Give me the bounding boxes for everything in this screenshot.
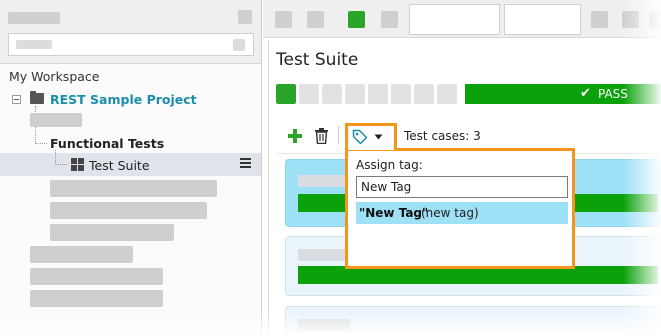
navigator-action-placeholder[interactable]: [238, 10, 252, 24]
tree-line: [55, 150, 56, 165]
toolbar-field-placeholder[interactable]: [504, 4, 581, 35]
toolbar-button-placeholder[interactable]: [622, 11, 639, 28]
tree-item-functional-tests[interactable]: Functional Tests: [50, 136, 164, 151]
test-case-card[interactable]: [285, 306, 661, 336]
assign-tag-popup: Assign tag: "New Tag" (new tag): [345, 148, 575, 269]
main-toolbar: [263, 0, 661, 38]
toolbar-divider: [338, 126, 339, 144]
run-history-item[interactable]: [368, 84, 388, 104]
tree-item-placeholder[interactable]: [50, 202, 207, 219]
run-history-item[interactable]: [345, 84, 365, 104]
tree-item-placeholder[interactable]: [30, 246, 133, 263]
menu-icon[interactable]: [240, 158, 251, 169]
assign-tag-label: Assign tag:: [356, 158, 423, 172]
tree-line: [55, 164, 67, 165]
toolbar-button-placeholder[interactable]: [381, 11, 398, 28]
check-icon: ✔: [580, 86, 591, 101]
tree-item-placeholder[interactable]: [30, 290, 163, 307]
toolbar-button-placeholder[interactable]: [307, 11, 324, 28]
run-button[interactable]: [348, 11, 365, 28]
tag-suggestion-note: (new tag): [421, 206, 479, 220]
trash-icon[interactable]: [315, 128, 328, 144]
run-history-item[interactable]: [299, 84, 319, 104]
run-history-item[interactable]: [414, 84, 434, 104]
navigator-search-field[interactable]: [8, 33, 254, 56]
tree-item-project[interactable]: REST Sample Project: [50, 92, 197, 107]
run-status-label: PASS: [598, 87, 628, 101]
navigator-header: [0, 0, 261, 64]
toolbar-button-placeholder[interactable]: [649, 11, 661, 28]
run-status-bar: ✔ PASS: [465, 84, 661, 104]
plus-icon[interactable]: [288, 129, 302, 143]
test-case-name-placeholder: [298, 249, 350, 261]
workspace-label: My Workspace: [9, 69, 100, 84]
tag-suggestion-item[interactable]: "New Tag" (new tag): [356, 202, 568, 224]
tree-line: [35, 143, 47, 144]
navigator-title-placeholder: [8, 12, 60, 24]
assign-tag-dropdown-button[interactable]: [345, 123, 397, 150]
toolbar-field-placeholder[interactable]: [409, 4, 500, 35]
tree-item-placeholder[interactable]: [50, 180, 217, 197]
navigator-panel: My Workspace REST Sample Project Functio…: [0, 0, 262, 336]
tag-icon: [352, 129, 368, 145]
tree-item-placeholder[interactable]: [30, 113, 82, 127]
chevron-down-icon: [374, 134, 383, 140]
page-title: Test Suite: [276, 50, 359, 70]
folder-icon: [30, 91, 44, 104]
tree-item-placeholder[interactable]: [50, 224, 174, 241]
search-clear-placeholder[interactable]: [233, 39, 245, 51]
tree-item-test-suite-label: Test Suite: [89, 158, 150, 173]
test-case-name-placeholder: [298, 175, 350, 187]
search-placeholder: [16, 40, 52, 49]
run-history-item[interactable]: [276, 84, 296, 104]
toolbar-button-placeholder[interactable]: [591, 11, 608, 28]
run-history-item[interactable]: [391, 84, 411, 104]
test-case-name-placeholder: [298, 319, 350, 331]
test-suite-grid-icon: [71, 158, 84, 171]
test-cases-count: Test cases: 3: [404, 129, 481, 143]
tree-item-placeholder[interactable]: [30, 268, 163, 285]
project-collapse-toggle[interactable]: [12, 95, 21, 104]
run-history-item[interactable]: [322, 84, 342, 104]
toolbar-button-placeholder[interactable]: [275, 11, 292, 28]
tag-name-input[interactable]: [356, 176, 568, 198]
tag-suggestion-name: "New Tag": [359, 206, 429, 220]
run-history-item[interactable]: [437, 84, 457, 104]
